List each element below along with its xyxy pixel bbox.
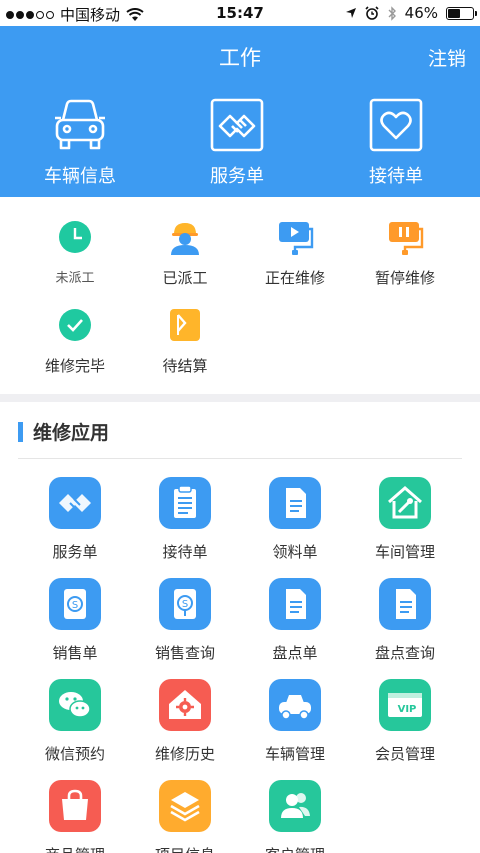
document-icon: [269, 477, 321, 529]
app-project-info[interactable]: 项目信息: [125, 780, 245, 853]
handshake-icon: [49, 477, 101, 529]
app-wechat-booking[interactable]: 微信预约: [15, 679, 135, 764]
app-label: 客户管理: [235, 844, 355, 853]
app-reception-order[interactable]: 接待单: [125, 477, 245, 562]
app-vehicle-management[interactable]: 车辆管理: [235, 679, 355, 764]
header-item-service-order[interactable]: 服务单: [172, 96, 302, 188]
app-label: 会员管理: [374, 745, 435, 763]
app-label: 服务单: [52, 543, 98, 561]
app-service-order[interactable]: 服务单: [15, 477, 135, 562]
check-icon: [55, 305, 95, 345]
app-sales-order[interactable]: S 销售单: [15, 578, 135, 663]
app-inventory-query[interactable]: 盘点查询: [345, 578, 465, 663]
repairing-icon: [275, 217, 315, 257]
app-label: 维修历史: [154, 745, 215, 763]
svg-text:S: S: [72, 600, 78, 611]
status-label: 暂停维修: [374, 269, 435, 287]
wechat-icon: [49, 679, 101, 731]
status-repair-finished[interactable]: 维修完毕: [15, 305, 135, 376]
header: 工作 注销 车辆信息 服务单 接待单: [0, 26, 480, 197]
status-pending-settlement[interactable]: 待结算: [125, 305, 245, 376]
alarm-icon: [365, 6, 379, 20]
status-label: 维修完毕: [44, 357, 105, 375]
layers-icon: [159, 780, 211, 832]
handshake-icon: [208, 96, 266, 154]
wallet-icon: [165, 305, 205, 345]
section-title-line: [18, 458, 462, 459]
inventory-search-icon: [379, 578, 431, 630]
status-paused[interactable]: 暂停维修: [345, 217, 465, 288]
app-label: 销售单: [52, 644, 98, 662]
vip-icon: VIP: [379, 679, 431, 731]
app-label: 车辆管理: [264, 745, 325, 763]
status-repairing[interactable]: 正在维修: [235, 217, 355, 288]
status-label: 正在维修: [264, 269, 325, 287]
page-title: 工作: [219, 46, 261, 70]
location-icon: [345, 8, 356, 18]
status-bar: 中国移动 15:47 46%: [0, 0, 480, 26]
inventory-icon: [269, 578, 321, 630]
heart-icon: [367, 96, 425, 154]
app-member-management[interactable]: VIP 会员管理: [345, 679, 465, 764]
app-repair-history[interactable]: 维修历史: [125, 679, 245, 764]
sales-search-icon: S: [159, 578, 211, 630]
section-divider: [0, 394, 480, 402]
status-label: 未派工: [55, 271, 95, 286]
logout-button[interactable]: 注销: [428, 44, 466, 71]
app-label: 接待单: [162, 543, 208, 561]
users-icon: [269, 780, 321, 832]
clipboard-icon: [159, 477, 211, 529]
app-label: 销售查询: [154, 644, 215, 662]
sales-icon: S: [49, 578, 101, 630]
bag-icon: [49, 780, 101, 832]
status-label: 已派工: [162, 269, 208, 287]
app-material-requisition[interactable]: 领料单: [235, 477, 355, 562]
section-title: 维修应用: [18, 418, 109, 445]
app-label: 盘点查询: [374, 644, 435, 662]
header-item-label: 接待单: [369, 166, 423, 187]
app-workshop-management[interactable]: 车间管理: [345, 477, 465, 562]
app-label: 商品管理: [15, 844, 135, 853]
bluetooth-icon: [388, 5, 396, 21]
svg-text:S: S: [182, 599, 188, 610]
worker-icon: [165, 217, 205, 257]
status-label: 待结算: [162, 357, 208, 375]
car-icon: [269, 679, 321, 731]
app-label: 项目信息: [125, 844, 245, 853]
clock-icon: [55, 217, 95, 257]
app-label: 微信预约: [44, 745, 105, 763]
repair-status-grid: 未派工 已派工 正在维修 暂停维修 维修完毕 待结算: [0, 197, 480, 394]
header-item-label: 服务单: [210, 166, 264, 187]
app-inventory-order[interactable]: 盘点单: [235, 578, 355, 663]
section-title-text: 维修应用: [33, 422, 110, 444]
app-sales-query[interactable]: S 销售查询: [125, 578, 245, 663]
status-right: 46%: [345, 4, 477, 22]
paused-icon: [385, 217, 425, 257]
house-icon: [379, 477, 431, 529]
header-item-vehicle-info[interactable]: 车辆信息: [15, 96, 145, 188]
app-label: 盘点单: [272, 644, 318, 662]
history-icon: [159, 679, 211, 731]
battery-icon: [446, 6, 477, 20]
app-label: 车间管理: [374, 543, 435, 561]
app-customer-management[interactable]: 客户管理: [235, 780, 355, 853]
header-item-label: 车辆信息: [44, 166, 116, 187]
status-assigned[interactable]: 已派工: [125, 217, 245, 288]
status-unassigned[interactable]: 未派工: [15, 217, 135, 286]
battery-percent: 46%: [404, 4, 438, 22]
app-product-management[interactable]: 商品管理: [15, 780, 135, 853]
section-title-accent: [18, 421, 23, 442]
header-item-reception-order[interactable]: 接待单: [331, 96, 461, 188]
svg-text:VIP: VIP: [398, 704, 417, 715]
app-label: 领料单: [272, 543, 318, 561]
car-icon: [51, 96, 109, 154]
